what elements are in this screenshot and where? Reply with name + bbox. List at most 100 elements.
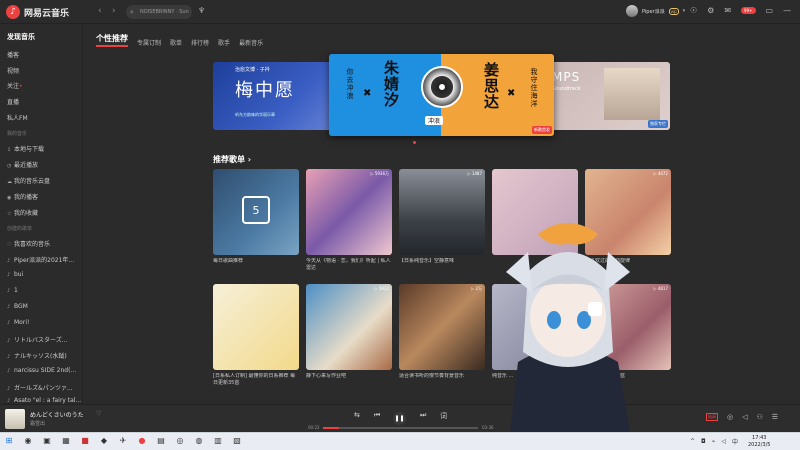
playlist-card[interactable]: ▷ 1487 【日系纯音乐】空静意味 — [399, 169, 485, 272]
pause-button[interactable]: ❚❚ — [393, 412, 406, 425]
ime-icon[interactable]: 中 — [732, 437, 738, 446]
minimize-icon[interactable]: — — [783, 6, 791, 15]
tab-playlists[interactable]: 歌单 — [170, 38, 182, 47]
chevron-down-icon[interactable]: ▾ — [683, 8, 686, 14]
banner-left[interactable]: 治愈文博 · 子衿 梅中愿 听东方韵味的华丽乐章 — [213, 62, 343, 130]
search-input[interactable]: ⌕ NOISEBRINNY · Sun — [126, 5, 192, 19]
like-heart-icon[interactable]: ♡ — [96, 410, 101, 417]
taskbar-app-icon[interactable]: ▤ — [156, 436, 166, 446]
user-name[interactable]: Piper派派 — [642, 8, 665, 15]
sound-effect-icon[interactable]: ◎ — [727, 413, 733, 421]
tab-personal[interactable]: 个性推荐 — [96, 33, 128, 47]
taskbar-app-icon[interactable]: ■ — [80, 436, 90, 446]
tray-chevron-icon[interactable]: ^ — [690, 438, 695, 445]
sidebar-item-cloud[interactable]: ☁ 我的音乐云盘 — [7, 176, 50, 185]
playlist-card[interactable]: 5 每日歌曲推荐 — [213, 169, 299, 272]
sidebar-playlist[interactable]: ♪ ナルキッソス(水鉞) — [7, 351, 67, 360]
tray-app-icon[interactable]: ◘ — [701, 438, 706, 445]
taskbar-clock[interactable]: 17:43 2022/3/5 — [748, 435, 770, 449]
playlist-cover[interactable]: ▷ 5936万 — [306, 169, 392, 255]
now-playing-title[interactable]: めんどくさいのうた — [30, 410, 84, 419]
network-icon[interactable]: ⌁ — [712, 438, 716, 445]
sidebar-playlist[interactable]: ♪ narcissu SIDE 2nd(... — [7, 367, 76, 374]
windows-start-icon[interactable]: ⊞ — [4, 436, 14, 446]
taskbar-app-icon[interactable]: ▧ — [232, 436, 242, 446]
microphone-icon[interactable]: ♆ — [198, 6, 205, 15]
mini-mode-icon[interactable]: ▭ — [766, 6, 774, 15]
recommended-playlists-title[interactable]: 推荐歌单 › — [213, 154, 251, 165]
playlist-title[interactable]: 静下心来写作业吧 — [306, 373, 392, 387]
taskbar-app-icon[interactable]: ✈ — [118, 436, 128, 446]
settings-icon[interactable]: ⚙ — [707, 6, 714, 15]
taskbar-app-icon[interactable]: ▥ — [213, 436, 223, 446]
taskbar-app-icon[interactable]: ◎ — [175, 436, 185, 446]
sidebar-item-local[interactable]: ⇩ 本地与下载 — [7, 144, 44, 153]
sidebar-item-live[interactable]: 直播 — [7, 97, 19, 106]
sidebar-item-follow[interactable]: 关注• — [7, 81, 23, 90]
playlist-card[interactable]: ▷ 5936万 今天从《物语 · 恋，我们》听起 | 私人雷达 — [306, 169, 392, 272]
sidebar-item-my-podcast[interactable]: ◉ 我的播客 — [7, 192, 38, 201]
tab-charts[interactable]: 排行榜 — [191, 38, 209, 47]
sidebar-playlist[interactable]: ♪ ガールズ&パンツァ... — [7, 383, 73, 392]
tab-artists[interactable]: 歌手 — [218, 38, 230, 47]
sidebar-playlist-liked[interactable]: ♡ 我喜欢的音乐 — [7, 239, 50, 248]
sidebar-item-podcast[interactable]: 播客 — [7, 50, 19, 59]
taskbar-app-icon[interactable]: ◉ — [23, 436, 33, 446]
playlist-cover[interactable] — [213, 284, 299, 370]
sidebar-item-discover[interactable]: 发现音乐 — [7, 32, 35, 42]
playlist-title[interactable]: 适合读书听的慢节奏背景音乐 — [399, 373, 485, 387]
previous-icon[interactable]: ⏮ — [374, 411, 380, 420]
playlist-title[interactable]: 每日歌曲推荐 — [213, 258, 299, 272]
sidebar-playlist[interactable]: ♪ Piper派派的2021年... — [7, 255, 74, 264]
playlist-cover[interactable]: 5 — [213, 169, 299, 255]
tab-new-music[interactable]: 最新音乐 — [239, 38, 263, 47]
tray-volume-icon[interactable]: ◁ — [721, 438, 726, 445]
sidebar-item-fm[interactable]: 私人FM — [7, 113, 28, 122]
lyrics-icon[interactable]: 词 — [440, 411, 447, 421]
sidebar-playlist[interactable]: ♪ Mori! — [7, 319, 29, 326]
taskbar-app-icon[interactable]: ◆ — [99, 436, 109, 446]
next-icon[interactable]: ⏭ — [420, 411, 426, 420]
volume-icon[interactable]: ◁ — [742, 413, 747, 421]
playlist-card[interactable]: ▷ 2万 适合读书听的慢节奏背景音乐 — [399, 284, 485, 387]
playlist-card[interactable]: [日系私人订制] 最懂你的日系推荐 每日更新35首 — [213, 284, 299, 387]
banner-right[interactable]: MPS Soundtrack 独家专栏 — [540, 62, 670, 130]
playlist-title[interactable]: 【日系纯音乐】空静意味 — [399, 258, 485, 272]
back-button[interactable]: ‹ — [98, 6, 102, 16]
sidebar-playlist[interactable]: ♪ Asato "el : a fairy tal... — [7, 397, 81, 404]
playlist-title[interactable]: 今天从《物语 · 恋，我们》听起 | 私人雷达 — [306, 258, 392, 272]
sidebar-playlist[interactable]: ♪ bui — [7, 271, 23, 278]
playlist-card[interactable]: ▷ 5932 静下心来写作业吧 — [306, 284, 392, 387]
now-playing-cover[interactable] — [5, 409, 25, 429]
message-badge[interactable]: 99+ — [741, 7, 756, 14]
tab-custom[interactable]: 专属订制 — [137, 38, 161, 47]
now-playing-artist[interactable]: 霜雪出 — [30, 420, 45, 427]
sidebar-playlist[interactable]: ♪ BGM — [7, 303, 28, 310]
sidebar-item-collection[interactable]: ☆ 我的收藏 — [7, 208, 38, 217]
play-mode-icon[interactable]: ⇆ — [354, 411, 360, 419]
forward-button[interactable]: › — [112, 6, 116, 16]
banner-center[interactable]: 你去冲浪 朱婧汐 ✖ 冲浪 姜思达 ✖ 我守住海洋 新歌首发 — [329, 54, 554, 136]
playlist-cover[interactable]: ▷ 5932 — [306, 284, 392, 370]
playlist-cover[interactable]: ▷ 1487 — [399, 169, 485, 255]
netease-taskbar-icon[interactable]: ● — [137, 436, 147, 446]
user-profile[interactable]: Piper派派 vip ▾ — [626, 5, 685, 17]
taskbar-app-icon[interactable]: ◍ — [194, 436, 204, 446]
quality-badge[interactable]: 极高 — [706, 413, 718, 421]
taskbar-app-icon[interactable]: ▦ — [61, 436, 71, 446]
carousel-dot[interactable] — [413, 141, 416, 144]
sidebar-item-recent[interactable]: ◷ 最近播放 — [7, 160, 38, 169]
taskbar-app-icon[interactable]: ▣ — [42, 436, 52, 446]
progress-bar[interactable] — [323, 427, 478, 429]
playlist-icon[interactable]: ☰ — [772, 413, 778, 421]
playlist-title[interactable]: [日系私人订制] 最懂你的日系推荐 每日更新35首 — [213, 373, 299, 387]
avatar[interactable] — [626, 5, 638, 17]
sidebar-playlist[interactable]: ♪ リトルバスターズ... — [7, 335, 67, 344]
share-icon[interactable]: ⚇ — [757, 413, 763, 421]
theme-icon[interactable]: ☉ — [690, 6, 697, 15]
sidebar-playlist[interactable]: ♪ 1 — [7, 287, 18, 294]
mail-icon[interactable]: ✉ — [724, 6, 731, 15]
app-logo[interactable]: ♪ 网易云音乐 — [6, 5, 69, 19]
sidebar-item-video[interactable]: 视频 — [7, 66, 19, 75]
playlist-cover[interactable]: ▷ 2万 — [399, 284, 485, 370]
